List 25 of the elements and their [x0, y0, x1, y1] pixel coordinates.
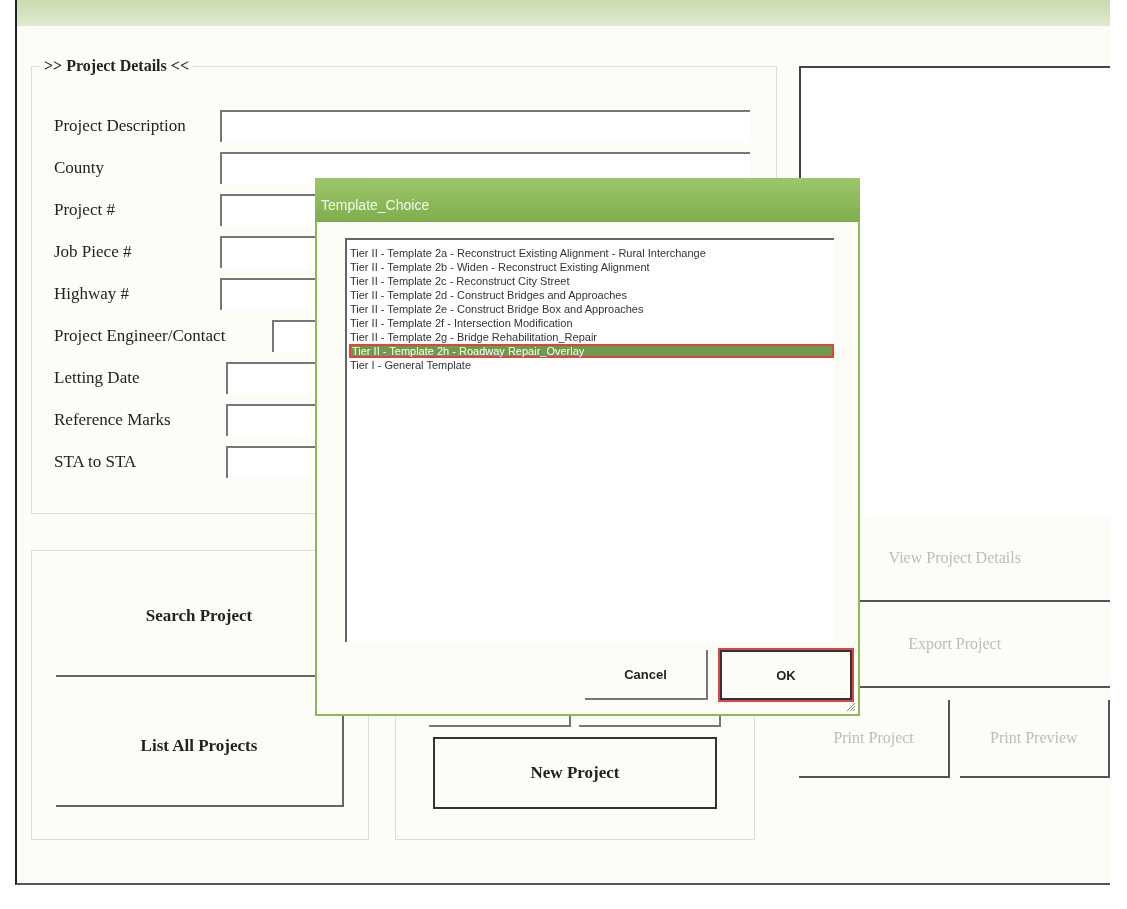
field-label: Highway # [54, 284, 131, 304]
dialog-button[interactable]: OK [720, 650, 852, 700]
action-button[interactable]: New Project [433, 737, 717, 809]
list-item[interactable]: Tier II - Template 2e - Construct Bridge Box and Approaches [349, 302, 834, 316]
resize-grip-icon[interactable] [844, 700, 856, 712]
field-label: Job Piece # [54, 242, 133, 262]
field-label: STA to STA [54, 452, 138, 472]
input-field[interactable] [220, 110, 751, 142]
list-item[interactable]: Tier II - Template 2c - Reconstruct City Street [349, 274, 834, 288]
list-item[interactable]: Tier II - Template 2g - Bridge Rehabilitation_Repair [349, 330, 834, 344]
field-label: Letting Date [54, 368, 141, 388]
field-label: Project Description [54, 116, 187, 136]
list-item[interactable]: Tier II - Template 2f - Intersection Modification [349, 316, 834, 330]
list-item[interactable]: Tier II - Template 2b - Widen - Reconstruct Existing Alignment [349, 260, 834, 274]
list-item[interactable]: Tier II - Template 2a - Reconstruct Existing Alignment - Rural Interchange [349, 246, 834, 260]
template-list[interactable] [345, 238, 834, 642]
list-item[interactable]: Tier II - Template 2d - Construct Bridges and Approaches [349, 288, 834, 302]
dialog-button[interactable]: Cancel [585, 650, 708, 700]
field-label: Project # [54, 200, 116, 220]
field-label: County [54, 158, 106, 178]
field-label: Reference Marks [54, 410, 172, 430]
group-title: >> Project Details << [40, 57, 193, 75]
dialog-title: Template_Choice [315, 178, 860, 222]
list-item[interactable]: Tier I - General Template [349, 358, 834, 372]
field-label: Project Engineer/Contact [54, 326, 227, 346]
